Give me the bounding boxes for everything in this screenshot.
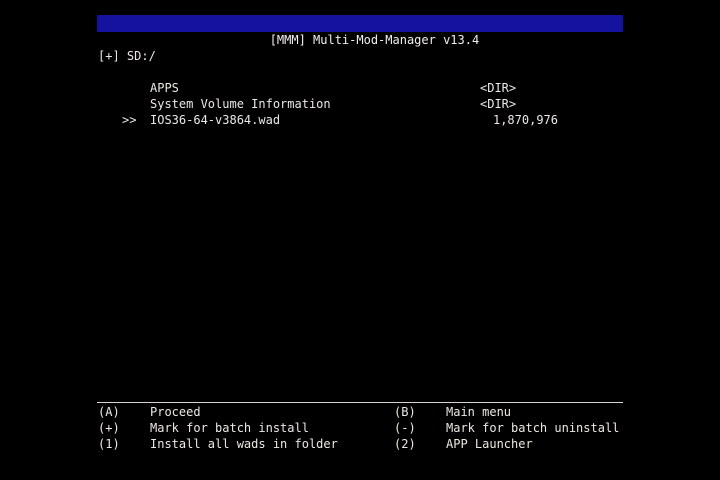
batch-install-action: Mark for batch install [150,421,309,435]
button-plus-key: (+) [98,421,120,435]
file-row-ios36-wad[interactable]: >> IOS36-64-v3864.wad 1,870,976 [0,112,720,128]
app-launcher-action: APP Launcher [446,437,533,451]
file-name: APPS [150,81,179,95]
proceed-action: Proceed [150,405,201,419]
button-a-key: (A) [98,405,120,419]
file-name: System Volume Information [150,97,331,111]
batch-uninstall-action: Mark for batch uninstall [446,421,620,435]
file-size: 1,870,976 [492,113,558,127]
app-title-bar: [MMM] Multi-Mod-Manager v13.4 [97,15,623,47]
button-minus-key: (-) [394,421,416,435]
button-b-key: (B) [394,405,416,419]
help-row: (+) Mark for batch install (-) Mark for … [0,420,720,436]
controls-help: (A) Proceed (B) Main menu (+) Mark for b… [0,404,720,452]
current-path: [+] SD:/ [98,49,156,63]
mmm-screen: [MMM] Multi-Mod-Manager v13.4 [+] SD:/ A… [0,0,720,480]
main-menu-action: Main menu [446,405,512,419]
help-row: (A) Proceed (B) Main menu [0,404,720,420]
install-all-action: Install all wads in folder [150,437,338,451]
button-2-key: (2) [394,437,416,451]
help-row: (1) Install all wads in folder (2) APP L… [0,436,720,452]
file-list: APPS <DIR> System Volume Information <DI… [0,80,720,128]
file-name: IOS36-64-v3864.wad [150,113,281,127]
app-title: [MMM] Multi-Mod-Manager v13.4 [269,33,480,47]
file-type-dir: <DIR> [480,81,517,95]
file-type-dir: <DIR> [480,97,517,111]
help-divider [97,402,623,403]
file-row-system-volume-information[interactable]: System Volume Information <DIR> [0,96,720,112]
file-row-apps[interactable]: APPS <DIR> [0,80,720,96]
selection-cursor: >> [122,113,137,127]
button-1-key: (1) [98,437,120,451]
